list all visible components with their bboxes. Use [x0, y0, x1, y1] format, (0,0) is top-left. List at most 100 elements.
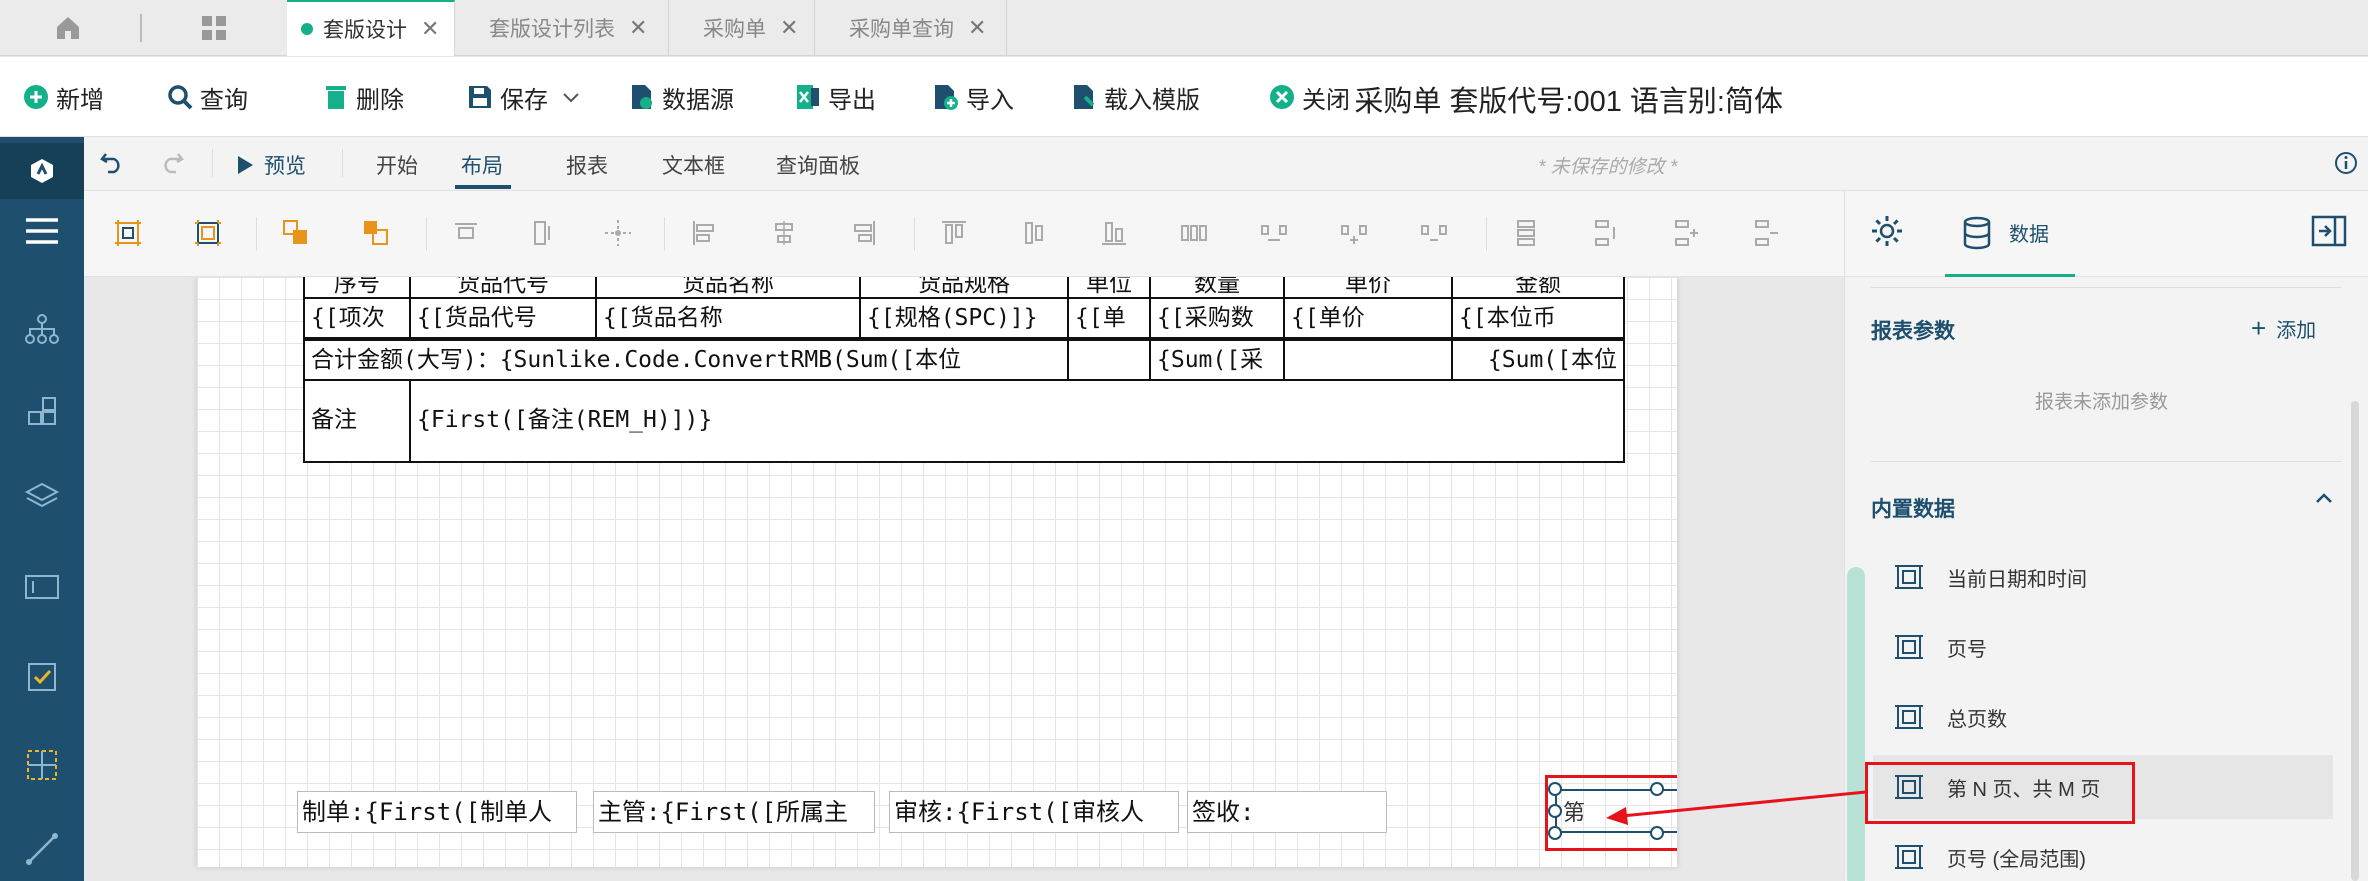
distribute-h-icon[interactable] — [1174, 213, 1214, 253]
builtin-item-datetime[interactable]: 当前日期和时间 — [1873, 545, 2333, 609]
align-v-center-icon[interactable] — [1014, 213, 1054, 253]
distribute-v-icon[interactable] — [1506, 213, 1546, 253]
header-cell[interactable]: 数量 — [1149, 277, 1285, 299]
align-right-icon[interactable] — [844, 213, 884, 253]
footer-receiver[interactable]: 签收: — [1187, 791, 1387, 833]
align-center-icon[interactable] — [598, 213, 638, 253]
space-v-decrease-icon[interactable] — [1746, 213, 1786, 253]
line-icon[interactable] — [20, 827, 64, 871]
save-button[interactable]: 保存 — [466, 77, 580, 117]
textbox-icon[interactable] — [20, 565, 64, 609]
space-h-decrease-icon[interactable] — [1414, 213, 1454, 253]
total-qty-cell[interactable]: {Sum([采 — [1149, 339, 1285, 381]
query-button[interactable]: 查询 — [166, 77, 248, 117]
header-cell[interactable]: 序号 — [303, 277, 411, 299]
space-h-equal-icon[interactable] — [1254, 213, 1294, 253]
detail-cell[interactable]: {[单价 — [1283, 297, 1453, 339]
align-h-center-icon[interactable] — [764, 213, 804, 253]
builtin-item-total-pages[interactable]: 总页数 — [1873, 685, 2333, 749]
scrollbar[interactable] — [2351, 401, 2359, 881]
close-icon[interactable]: ✕ — [780, 15, 798, 41]
align-bottom-icon[interactable] — [1094, 213, 1134, 253]
detail-cell[interactable]: {[货品名称 — [595, 297, 861, 339]
tab-start[interactable]: 开始 — [376, 150, 418, 180]
header-cell[interactable]: 货品名称 — [595, 277, 861, 299]
send-backward-icon[interactable] — [356, 213, 396, 253]
gear-icon[interactable] — [1869, 213, 1905, 254]
header-cell[interactable]: 单价 — [1283, 277, 1453, 299]
tab-purchase-query[interactable]: 采购单查询 ✕ — [815, 0, 1007, 56]
header-cell[interactable]: 单位 — [1067, 277, 1151, 299]
tab-layout[interactable]: 布局 — [461, 150, 503, 180]
new-button[interactable]: 新增 — [22, 77, 104, 117]
remark-expression-cell[interactable]: {First([备注(REM_H)])} — [409, 379, 1625, 463]
space-v-increase-icon[interactable] — [1666, 213, 1706, 253]
resize-handle[interactable] — [1548, 804, 1562, 818]
close-icon[interactable]: ✕ — [421, 16, 439, 42]
tab-template-list[interactable]: 套版设计列表 ✕ — [455, 0, 669, 56]
header-cell[interactable]: 货品代号 — [409, 277, 597, 299]
menu-icon[interactable] — [20, 209, 64, 253]
detail-cell[interactable]: {[单 — [1067, 297, 1151, 339]
delete-button[interactable]: 删除 — [322, 77, 404, 117]
info-icon[interactable] — [2334, 151, 2358, 180]
grid-apps-icon[interactable] — [194, 10, 234, 46]
detail-cell[interactable]: {[货品代号 — [409, 297, 597, 339]
design-canvas[interactable]: 序号 货品代号 货品名称 货品规格 单位 数量 单价 金额 {[项次 {[货品代… — [84, 277, 1844, 881]
space-v-equal-icon[interactable] — [1586, 213, 1626, 253]
report-page[interactable]: 序号 货品代号 货品名称 货品规格 单位 数量 单价 金额 {[项次 {[货品代… — [197, 277, 1677, 867]
tab-query-panel[interactable]: 查询面板 — [776, 150, 860, 180]
load-template-button[interactable]: 载入模版 — [1070, 77, 1200, 117]
redo-icon[interactable] — [160, 150, 184, 179]
detail-cell[interactable]: {[项次 — [303, 297, 411, 339]
builtin-item-page-global[interactable]: 页号 (全局范围) — [1873, 825, 2333, 881]
total-empty-cell[interactable] — [1067, 339, 1151, 381]
close-button[interactable]: 关闭 — [1268, 77, 1350, 117]
tab-data[interactable]: 数据 — [1945, 191, 2075, 277]
bring-to-front-frame-icon[interactable] — [108, 213, 148, 253]
scrollbar-track[interactable] — [1847, 567, 1865, 881]
header-cell[interactable]: 金额 — [1451, 277, 1625, 299]
align-top-icon[interactable] — [446, 213, 486, 253]
send-to-back-frame-icon[interactable] — [188, 213, 228, 253]
footer-reviewer[interactable]: 审核:{First([审核人 — [889, 791, 1179, 833]
add-param-button[interactable]: + 添加 — [2251, 313, 2316, 344]
undo-icon[interactable] — [100, 150, 124, 179]
total-amount-cell[interactable]: {Sum([本位 — [1451, 339, 1625, 381]
tab-preview[interactable]: 预览 — [236, 150, 306, 180]
footer-manager[interactable]: 主管:{First([所属主 — [593, 791, 875, 833]
home-icon[interactable] — [48, 10, 88, 46]
chevron-down-icon[interactable] — [562, 83, 580, 111]
table-icon[interactable] — [20, 743, 64, 787]
align-left-icon[interactable] — [684, 213, 724, 253]
datasource-button[interactable]: 数据源 — [628, 77, 734, 117]
tab-report[interactable]: 报表 — [566, 150, 608, 180]
checkbox-icon[interactable] — [20, 655, 64, 699]
footer-creator[interactable]: 制单:{First([制单人 — [297, 791, 577, 833]
collapse-panel-icon[interactable] — [2311, 215, 2347, 252]
total-cell[interactable]: 合计金额(大写)：{Sunlike.Code.ConvertRMB(Sum([本… — [303, 339, 1069, 381]
import-button[interactable]: 导入 — [932, 77, 1014, 117]
export-button[interactable]: 导出 — [794, 77, 876, 117]
chevron-up-icon[interactable] — [2315, 491, 2333, 510]
space-h-increase-icon[interactable] — [1334, 213, 1374, 253]
logo-icon[interactable] — [0, 143, 84, 199]
tab-purchase-order[interactable]: 采购单 ✕ — [669, 0, 815, 56]
tab-textbox[interactable]: 文本框 — [662, 150, 725, 180]
align-middle-icon[interactable] — [522, 213, 562, 253]
close-icon[interactable]: ✕ — [968, 15, 986, 41]
detail-cell[interactable]: {[规格(SPC)]} — [859, 297, 1069, 339]
remark-label-cell[interactable]: 备注 — [303, 379, 411, 463]
tab-template-design[interactable]: 套版设计 ✕ — [287, 0, 455, 56]
org-tree-icon[interactable] — [20, 307, 64, 351]
header-cell[interactable]: 货品规格 — [859, 277, 1069, 299]
resize-handle[interactable] — [1548, 782, 1562, 796]
components-icon[interactable] — [20, 391, 64, 435]
layers-icon[interactable] — [20, 475, 64, 519]
align-top-edge-icon[interactable] — [934, 213, 974, 253]
bring-forward-icon[interactable] — [276, 213, 316, 253]
resize-handle[interactable] — [1548, 826, 1562, 840]
close-icon[interactable]: ✕ — [629, 15, 647, 41]
builtin-item-page-number[interactable]: 页号 — [1873, 615, 2333, 679]
detail-cell[interactable]: {[采购数 — [1149, 297, 1285, 339]
